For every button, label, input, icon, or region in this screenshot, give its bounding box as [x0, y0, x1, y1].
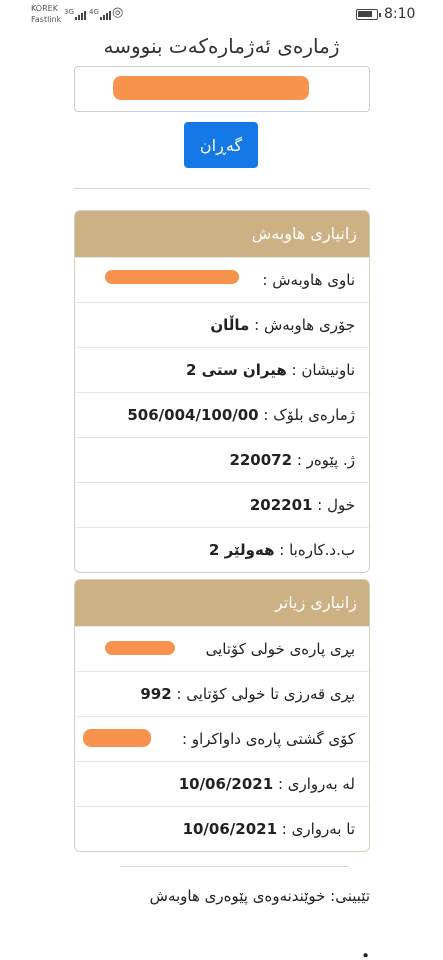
divider [74, 188, 370, 189]
last-payment-row: بڕی پارەی خولی کۆتایی [75, 626, 369, 671]
directorate-label: ب.د.کارەبا : [279, 541, 355, 559]
signal-icon-2 [100, 8, 111, 20]
more-info-card: زانیاری زیاتر بڕی پارەی خولی کۆتایی بڕی … [74, 579, 370, 852]
block-number-label: ژمارەی بلۆک : [263, 406, 355, 424]
battery-level [358, 11, 372, 17]
carrier-line-2: Fastlink [31, 15, 62, 24]
debt-value: 992 [140, 685, 172, 703]
last-payment-label: بڕی پارەی خولی کۆتایی [205, 640, 355, 658]
redaction-mark [113, 76, 309, 100]
directorate-value: هەولێر 2 [208, 541, 275, 559]
meter-number-value: 220072 [229, 451, 293, 469]
to-date-label: تا بەرواری : [281, 820, 355, 838]
meter-number-label: ژ. پێوەر : [296, 451, 355, 469]
battery-icon [356, 9, 381, 20]
more-info-title: زانیاری زیاتر [75, 580, 369, 626]
debt-row: بڕی قەرزی تا خولی کۆتایی : 992 [75, 671, 369, 716]
subscriber-name-label: ناوی هاوبەش : [262, 271, 355, 289]
redaction-mark [105, 270, 239, 284]
network-type-2: 4G [89, 8, 99, 16]
signal-icon [75, 8, 86, 20]
block-number-row: ژمارەی بلۆک : 506/004/100/00 [75, 392, 369, 437]
search-button[interactable]: گەڕان [184, 122, 258, 168]
directorate-row: ب.د.کارەبا : هەولێر 2 [75, 527, 369, 572]
account-number-input[interactable] [74, 66, 370, 112]
subscriber-type-row: جۆری هاوبەش : ماڵان [75, 302, 369, 347]
to-date-value: 10/06/2021 [182, 820, 278, 838]
search-heading: ژمارەی ئەژمارەکەت بنووسە [103, 34, 340, 58]
to-date-row: تا بەرواری : 10/06/2021 [75, 806, 369, 851]
subscriber-type-label: جۆری هاوبەش : [254, 316, 355, 334]
subscriber-type-value: ماڵان [210, 316, 250, 334]
meter-number-row: ژ. پێوەر : 220072 [75, 437, 369, 482]
clock: 8:10 [384, 6, 416, 22]
debt-label: بڕی قەرزی تا خولی کۆتایی : [176, 685, 355, 703]
hotspot-icon: ◎ [112, 5, 124, 20]
address-value: هیران ستی 2 [186, 361, 287, 379]
redaction-mark [83, 729, 151, 747]
subscriber-name-row: ناوی هاوبەش : [75, 257, 369, 302]
from-date-value: 10/06/2021 [178, 775, 274, 793]
bullet-list-item: • [361, 947, 370, 957]
note-text: تێبینی: خوێندنەوەی پێوەری هاوبەش [149, 887, 370, 905]
subscriber-info-title: زانیاری هاوبەش [75, 211, 369, 257]
address-label: ناونیشان : [291, 361, 355, 379]
address-row: ناونیشان : هیران ستی 2 [75, 347, 369, 392]
carrier-name: KOREK Fastlink [31, 3, 61, 25]
from-date-label: لە بەرواری : [277, 775, 355, 793]
total-due-row: کۆی گشتی پارەی داواکراو : [75, 716, 369, 761]
redaction-mark [105, 641, 175, 655]
cycle-value: 202201 [249, 496, 313, 514]
block-number-value: 506/004/100/00 [127, 406, 259, 424]
network-type-1: 3G [64, 8, 74, 16]
cycle-label: خول : [317, 496, 355, 514]
status-bar: KOREK Fastlink 3G 4G ◎ 8:10 [0, 0, 443, 32]
from-date-row: لە بەرواری : 10/06/2021 [75, 761, 369, 806]
cycle-row: خول : 202201 [75, 482, 369, 527]
subscriber-info-card: زانیاری هاوبەش ناوی هاوبەش : جۆری هاوبەش… [74, 210, 370, 573]
divider [120, 866, 348, 867]
total-due-label: کۆی گشتی پارەی داواکراو : [182, 730, 355, 748]
carrier-line-1: KOREK [31, 4, 58, 13]
